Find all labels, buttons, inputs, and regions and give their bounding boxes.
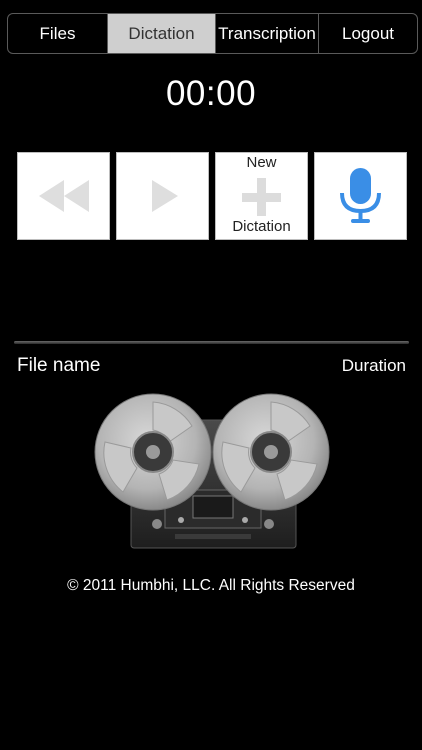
tab-transcription[interactable]: Transcription <box>216 14 319 53</box>
file-name-header: File name <box>17 355 101 376</box>
duration-header: Duration <box>341 356 406 375</box>
section-divider <box>14 341 409 344</box>
tab-bar: Files Dictation Transcription Logout <box>7 13 418 54</box>
reel-to-reel-recorder <box>94 393 330 549</box>
rewind-icon <box>39 180 89 212</box>
microphone-icon <box>340 168 381 223</box>
tab-logout[interactable]: Logout <box>319 14 417 53</box>
tab-files[interactable]: Files <box>8 14 108 53</box>
new-dictation-button[interactable]: New Dictation <box>215 152 308 240</box>
record-button[interactable] <box>314 152 407 240</box>
play-icon <box>152 180 178 212</box>
tab-dictation[interactable]: Dictation <box>108 14 216 53</box>
new-dictation-label-bottom: Dictation <box>232 218 291 235</box>
play-button[interactable] <box>116 152 209 240</box>
rewind-button[interactable] <box>17 152 110 240</box>
copyright-footer: © 2011 Humbhi, LLC. All Rights Reserved <box>67 577 355 594</box>
new-dictation-label-top: New <box>246 154 277 171</box>
recording-timer: 00:00 <box>165 74 257 113</box>
